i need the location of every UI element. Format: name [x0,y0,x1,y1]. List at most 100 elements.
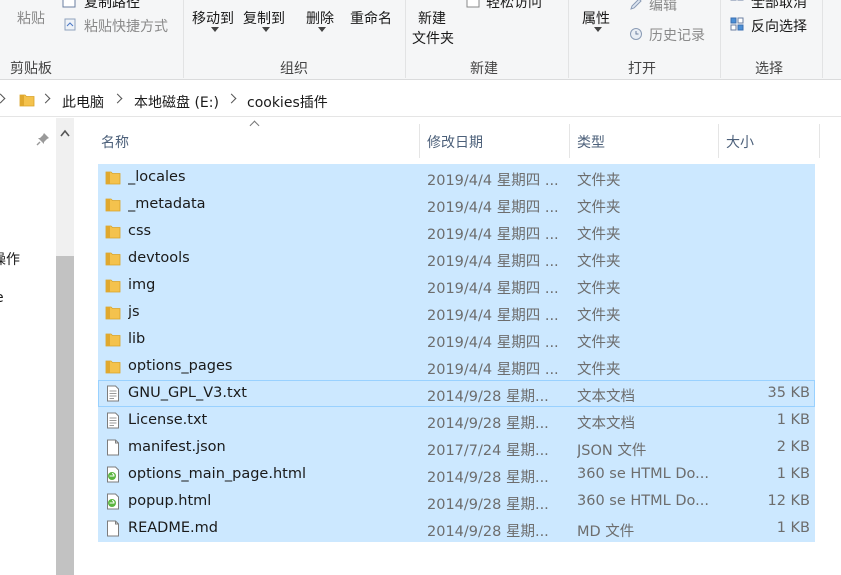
file-row[interactable]: manifest.json 2017/7/24 星期... JSON 文件 2 KB [98,434,815,461]
file-row[interactable]: css 2019/4/4 星期四 ... 文件夹 [98,218,815,245]
delete-button[interactable]: 删除 [306,8,334,28]
file-type: 文件夹 [577,173,621,189]
column-divider[interactable] [419,124,420,158]
file-type: JSON 文件 [577,443,647,459]
organize-group-label: 组织 [280,61,308,77]
group-divider [568,0,569,78]
file-row[interactable]: lib 2019/4/4 星期四 ... 文件夹 [98,326,815,353]
file-date: 2019/4/4 星期四 ... [427,362,559,378]
scroll-up-icon[interactable] [60,129,70,137]
rename-button[interactable]: 重命名 [350,8,392,28]
copy-path-button[interactable]: 复制路径 [84,0,140,12]
file-name: _locales [128,169,186,185]
file-type: 文件夹 [577,281,621,297]
new-folder-button-line2[interactable]: 文件夹 [412,28,454,48]
file-date: 2019/4/4 星期四 ... [427,173,559,189]
address-bar[interactable]: 此电脑 本地磁盘 (E:) cookies插件 [0,84,841,117]
column-header-name[interactable]: 名称 [101,132,129,152]
file-row[interactable]: _locales 2019/4/4 星期四 ... 文件夹 [98,164,815,191]
copy-path-icon [62,0,76,8]
group-divider [720,0,721,78]
text-file-icon [105,412,121,429]
invert-selection-button[interactable]: 反向选择 [751,16,807,36]
column-header-type[interactable]: 类型 [577,132,605,152]
nav-item[interactable]: e [0,290,4,306]
properties-button[interactable]: 属性 [582,8,610,28]
select-none-button[interactable]: 全部取消 [751,0,807,12]
chevron-right-icon [40,93,51,104]
folder-icon [105,277,121,294]
edit-icon [630,0,642,10]
file-name: js [128,304,140,320]
history-button[interactable]: 历史记录 [649,25,705,45]
file-date: 2017/7/24 星期... [427,443,549,459]
move-to-button[interactable]: 移动到 [192,8,234,28]
file-name: options_pages [128,358,233,374]
file-row[interactable]: License.txt 2014/9/28 星期... 文本文档 1 KB [98,407,815,434]
new-folder-button[interactable]: 新建 [418,8,446,28]
file-row[interactable]: options_pages 2019/4/4 星期四 ... 文件夹 [98,353,815,380]
breadcrumb-current-folder[interactable]: cookies插件 [247,92,328,112]
file-size: 1 KB [776,466,810,482]
invert-selection-icon [730,17,744,31]
column-header-row: 名称 修改日期 类型 大小 [98,120,820,158]
column-divider[interactable] [718,124,719,158]
file-name: options_main_page.html [128,466,306,482]
nav-item[interactable]: 操作 [0,249,20,269]
pin-icon[interactable] [36,132,50,146]
file-row[interactable]: img 2019/4/4 星期四 ... 文件夹 [98,272,815,299]
file-type: 360 se HTML Do... [577,466,709,482]
file-size: 35 KB [767,385,810,401]
folder-icon [105,331,121,348]
file-date: 2014/9/28 星期... [427,389,549,405]
file-name: _metadata [128,196,206,212]
file-date: 2019/4/4 星期四 ... [427,335,559,351]
folder-icon [105,196,121,213]
file-type: 360 se HTML Do... [577,493,709,509]
folder-icon [105,304,121,321]
file-row[interactable]: devtools 2019/4/4 星期四 ... 文件夹 [98,245,815,272]
file-row[interactable]: options_main_page.html 2014/9/28 星期... 360… [98,461,815,488]
group-divider [822,0,823,78]
new-group-label: 新建 [470,61,498,77]
ribbon: 粘贴 复制路径 粘贴快捷方式 剪贴板 移动到 复制到 删除 重命名 组织 新建 … [0,0,841,80]
folder-icon [105,250,121,267]
nav-scrollbar-thumb[interactable] [56,256,74,575]
column-header-size[interactable]: 大小 [726,132,754,152]
copy-to-button[interactable]: 复制到 [243,8,285,28]
file-name: manifest.json [128,439,226,455]
edit-button[interactable]: 编辑 [649,0,677,15]
clipboard-group-label: 剪贴板 [10,61,52,77]
open-group-label: 打开 [628,61,656,77]
breadcrumb-drive-e[interactable]: 本地磁盘 (E:) [134,92,219,112]
folder-icon [105,169,121,186]
file-row[interactable]: popup.html 2014/9/28 星期... 360 se HTML Do.… [98,488,815,515]
html-file-icon [105,466,121,483]
file-name: License.txt [128,412,208,428]
file-size: 1 KB [776,412,810,428]
file-type: 文件夹 [577,362,621,378]
file-name: css [128,223,152,239]
column-divider[interactable] [819,124,820,158]
file-date: 2014/9/28 星期... [427,524,549,540]
paste-shortcut-button[interactable]: 粘贴快捷方式 [84,16,168,36]
file-row[interactable]: README.md 2014/9/28 星期... MD 文件 1 KB [98,515,815,542]
file-size: 1 KB [776,520,810,536]
chevron-down-icon [318,27,326,32]
easy-access-icon [466,0,480,8]
file-name: README.md [128,520,218,536]
file-type: 文件夹 [577,308,621,324]
file-date: 2019/4/4 星期四 ... [427,227,559,243]
file-row[interactable]: js 2019/4/4 星期四 ... 文件夹 [98,299,815,326]
file-name: popup.html [128,493,212,509]
easy-access-button[interactable]: 轻松访问 [486,0,542,12]
column-divider[interactable] [569,124,570,158]
file-name: img [128,277,156,293]
file-row[interactable]: GNU_GPL_V3.txt 2014/9/28 星期... 文本文档 35 KB [98,380,815,407]
paste-button[interactable]: 粘贴 [17,8,45,28]
file-row[interactable]: _metadata 2019/4/4 星期四 ... 文件夹 [98,191,815,218]
file-size: 2 KB [776,439,810,455]
breadcrumb-this-pc[interactable]: 此电脑 [62,92,104,112]
file-date: 2019/4/4 星期四 ... [427,308,559,324]
column-header-date[interactable]: 修改日期 [427,132,483,152]
